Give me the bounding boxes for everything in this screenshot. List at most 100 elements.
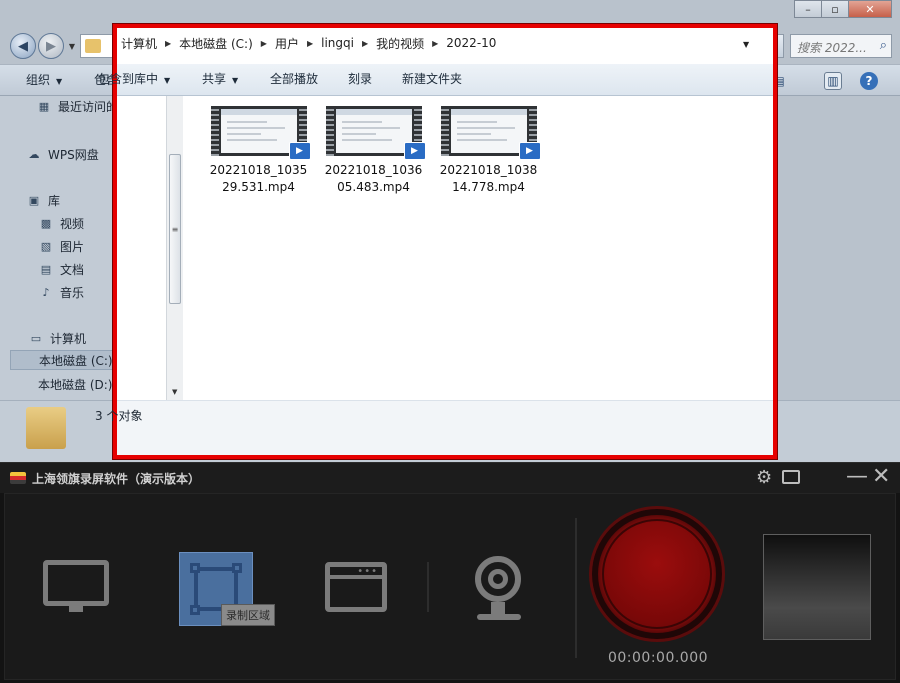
- close-icon[interactable]: ✕: [872, 464, 890, 489]
- divider: [427, 562, 429, 612]
- share-label: 共享: [202, 72, 227, 86]
- monitor-icon: [43, 560, 109, 606]
- chevron-right-icon[interactable]: ▶: [362, 39, 368, 48]
- corner-handle: [232, 563, 242, 573]
- share-menu[interactable]: 共享 ▼: [202, 64, 238, 95]
- sidebar-item-label: 视频: [60, 216, 85, 231]
- back-arrow-icon: ◀: [18, 38, 28, 54]
- file-name: 20221018_1038 14.778.mp4: [434, 162, 544, 196]
- chevron-right-icon[interactable]: ▶: [432, 39, 438, 48]
- film-strip: [325, 106, 334, 156]
- add-to-library-menu[interactable]: 包含到库中 ▼: [98, 64, 170, 95]
- file-name-line: 29.531.mp4: [222, 180, 295, 194]
- chevron-right-icon[interactable]: ▶: [307, 39, 313, 48]
- sidebar-item-drive-d[interactable]: 本地磁盘 (D:): [38, 374, 112, 394]
- search-icon[interactable]: ⌕: [880, 38, 887, 53]
- video-file-icon: ▶: [518, 142, 541, 160]
- file-item[interactable]: ▶ 20221018_1038 14.778.mp4: [431, 106, 546, 196]
- library-icon: ▣: [28, 193, 40, 207]
- sidebar-item-pictures[interactable]: ▧ 图片: [38, 236, 84, 256]
- corner-handle: [190, 605, 200, 615]
- chevron-right-icon[interactable]: ▶: [261, 39, 267, 48]
- sidebar-item-label: 本地磁盘 (C:): [39, 353, 113, 368]
- sidebar-item-music[interactable]: ♪ 音乐: [38, 282, 84, 302]
- preview-thumbnail[interactable]: [763, 534, 871, 640]
- play-all-button[interactable]: 全部播放: [270, 64, 318, 95]
- forward-arrow-icon: ▶: [46, 38, 56, 54]
- webcam-lens: [488, 569, 508, 589]
- sidebar-scrollbar[interactable]: ≡ ▼: [166, 96, 183, 400]
- minimize-icon[interactable]: —: [846, 464, 868, 489]
- scroll-down-icon[interactable]: ▼: [172, 388, 177, 396]
- recorder-title-bar[interactable]: 上海领旗录屏软件（演示版本） ⚙ — ✕: [0, 463, 900, 493]
- thumbnail-screen: [220, 109, 297, 153]
- webcam-mode-button[interactable]: [473, 556, 525, 622]
- breadcrumb-item[interactable]: 计算机: [121, 35, 157, 52]
- organize-menu[interactable]: 组织 ▼: [26, 65, 62, 96]
- corner-handle: [190, 563, 200, 573]
- thumbnail-screen: [335, 109, 412, 153]
- sidebar-item-library[interactable]: ▣ 库: [26, 190, 60, 210]
- music-icon: ♪: [42, 285, 50, 299]
- minimize-button[interactable]: –: [794, 0, 822, 18]
- breadcrumb-item[interactable]: 本地磁盘 (C:): [179, 35, 253, 52]
- video-thumbnail: ▶: [210, 106, 311, 160]
- details-pane: 3 个对象: [95, 400, 773, 455]
- breadcrumb-item[interactable]: lingqi: [321, 36, 354, 50]
- film-strip: [440, 106, 449, 156]
- burn-button[interactable]: 刻录: [348, 64, 372, 95]
- window-mode-button[interactable]: •••: [325, 562, 387, 612]
- window-controls: – ▫ ✕: [794, 0, 892, 18]
- file-name-line: 20221018_1036: [324, 163, 423, 177]
- forward-button[interactable]: ▶: [38, 33, 64, 59]
- back-button[interactable]: ◀: [10, 33, 36, 59]
- sidebar-item-video[interactable]: ▩ 视频: [38, 213, 84, 233]
- status-text: 3 个对象: [95, 409, 143, 423]
- document-icon: ▤: [40, 262, 52, 276]
- new-folder-button[interactable]: 新建文件夹: [402, 64, 462, 95]
- sidebar-item-documents[interactable]: ▤ 文档: [38, 259, 84, 279]
- thumbnail-screen: [450, 109, 527, 153]
- chevron-right-icon[interactable]: ▶: [165, 39, 171, 48]
- capture-region[interactable]: 计算机 ▶ 本地磁盘 (C:) ▶ 用户 ▶ lingqi ▶ 我的视频 ▶ 2…: [95, 24, 777, 459]
- monitor-stand: [69, 606, 83, 612]
- record-button[interactable]: [589, 506, 725, 642]
- app-title: 上海领旗录屏软件（演示版本）: [32, 472, 201, 486]
- breadcrumb-item[interactable]: 用户: [275, 35, 299, 52]
- picture-icon: ▧: [40, 239, 52, 253]
- video-icon: ▩: [40, 216, 52, 230]
- search-input[interactable]: 搜索 2022... ⌕: [790, 34, 892, 58]
- file-list: ▶ 20221018_1035 29.531.mp4 ▶ 20221018_103…: [201, 106, 546, 196]
- webcam-foot: [477, 614, 521, 620]
- folder-icon: [85, 39, 101, 53]
- help-icon[interactable]: ?: [860, 72, 878, 90]
- sidebar-item-computer[interactable]: ▭ 计算机: [28, 328, 86, 348]
- divider: [575, 518, 577, 658]
- recording-timer: 00:00:00.000: [607, 650, 709, 666]
- recorder-panel: 上海领旗录屏软件（演示版本） ⚙ — ✕ 录制区域 ••• 00:00:00.0…: [0, 462, 900, 683]
- sidebar-item-wps[interactable]: ☁ WPS网盘: [26, 144, 99, 164]
- file-item[interactable]: ▶ 20221018_1035 29.531.mp4: [201, 106, 316, 196]
- cloud-icon: ☁: [28, 147, 40, 161]
- preview-pane-icon[interactable]: ▥: [824, 72, 842, 90]
- recent-pages-dropdown[interactable]: ▼: [66, 40, 78, 52]
- computer-icon: ▭: [30, 331, 42, 345]
- close-button[interactable]: ✕: [848, 0, 892, 18]
- video-thumbnail: ▶: [440, 106, 541, 160]
- sidebar-item-label: 库: [48, 193, 61, 208]
- breadcrumb-item[interactable]: 我的视频: [376, 35, 424, 52]
- chevron-down-icon[interactable]: ▼: [743, 40, 749, 49]
- file-item[interactable]: ▶ 20221018_1036 05.483.mp4: [316, 106, 431, 196]
- folder-icon[interactable]: [782, 470, 800, 484]
- fullscreen-mode-button[interactable]: [43, 560, 109, 612]
- gear-icon[interactable]: ⚙: [756, 467, 772, 488]
- film-strip: [210, 106, 219, 156]
- sidebar-item-label: 音乐: [60, 285, 85, 300]
- maximize-button[interactable]: ▫: [821, 0, 849, 18]
- file-name-line: 14.778.mp4: [452, 180, 525, 194]
- chevron-down-icon: ▼: [232, 76, 239, 85]
- scrollbar-thumb[interactable]: ≡: [169, 154, 181, 304]
- region-tooltip: 录制区域: [221, 604, 275, 626]
- record-icon: [602, 519, 712, 629]
- breadcrumb-item[interactable]: 2022-10: [446, 36, 496, 50]
